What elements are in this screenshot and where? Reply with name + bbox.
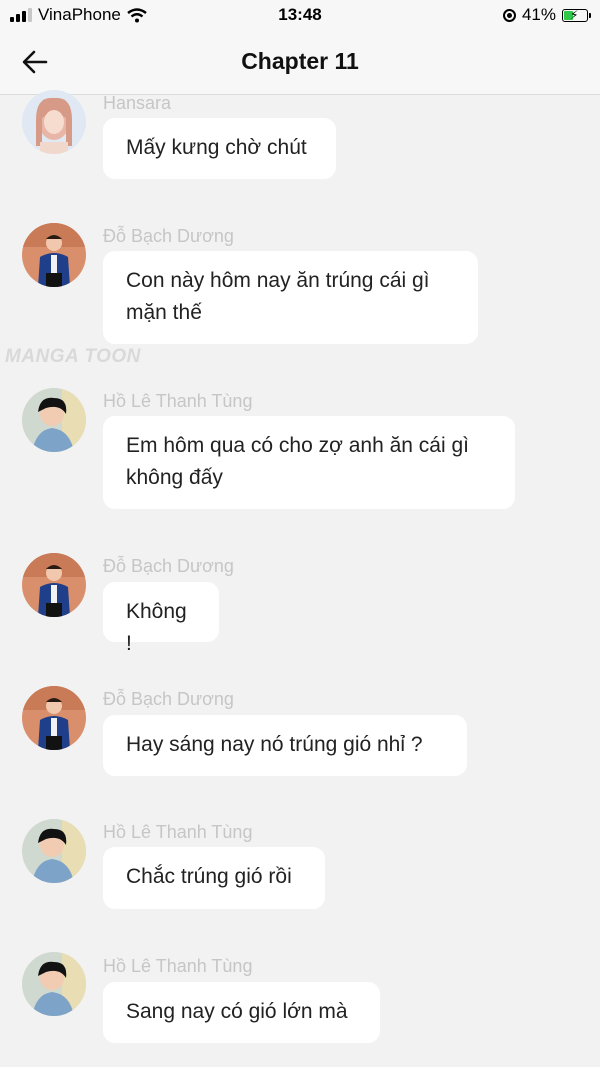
message-bubble: Mấy kưng chờ chút xyxy=(103,118,336,179)
message-bubble: Sang nay có gió lớn mà xyxy=(103,982,380,1043)
avatar-ho-le-thanh-tung[interactable] xyxy=(22,388,86,452)
sender-name: Đỗ Bạch Dương xyxy=(103,689,234,709)
watermark: MANGA TOON xyxy=(5,346,141,367)
status-right: 41% ⚡ xyxy=(502,5,591,25)
sender-name: Đỗ Bạch Dương xyxy=(103,556,234,576)
avatar-do-bach-duong[interactable] xyxy=(22,686,86,750)
message-bubble: Hay sáng nay nó trúng gió nhỉ ? xyxy=(103,715,467,776)
arrow-left-icon xyxy=(22,50,48,74)
avatar-ho-le-thanh-tung[interactable] xyxy=(22,952,86,1016)
message-bubble: Con này hôm nay ăn trúng cái gì mặn thế xyxy=(103,251,478,344)
sender-name: Hồ Lê Thanh Tùng xyxy=(103,822,253,842)
orientation-lock-icon xyxy=(502,8,516,22)
message-bubble: Chắc trúng gió rồi xyxy=(103,847,325,909)
avatar-do-bach-duong[interactable] xyxy=(22,553,86,617)
battery-charging-icon: ⚡ xyxy=(562,7,591,22)
nav-bar: Chapter 11 xyxy=(0,30,600,95)
battery-percent: 41% xyxy=(521,5,556,24)
avatar-hansara[interactable] xyxy=(22,90,86,154)
avatar-do-bach-duong[interactable] xyxy=(22,223,86,287)
avatar-ho-le-thanh-tung[interactable] xyxy=(22,819,86,883)
page-title: Chapter 11 xyxy=(241,48,359,74)
message-bubble: Không ! xyxy=(103,582,219,655)
sender-name: Hồ Lê Thanh Tùng xyxy=(103,956,253,976)
back-button[interactable] xyxy=(18,44,58,80)
message-bubble: Em hôm qua có cho zợ anh ăn cái gì không… xyxy=(103,416,515,509)
sender-name: Hồ Lê Thanh Tùng xyxy=(103,391,253,411)
sender-name: Đỗ Bạch Dương xyxy=(103,226,234,246)
status-bar: VinaPhone 13:48 41% ⚡ xyxy=(0,0,600,30)
charging-bolt-icon: ⚡ xyxy=(570,7,579,22)
sender-name: Hansara xyxy=(103,93,172,113)
